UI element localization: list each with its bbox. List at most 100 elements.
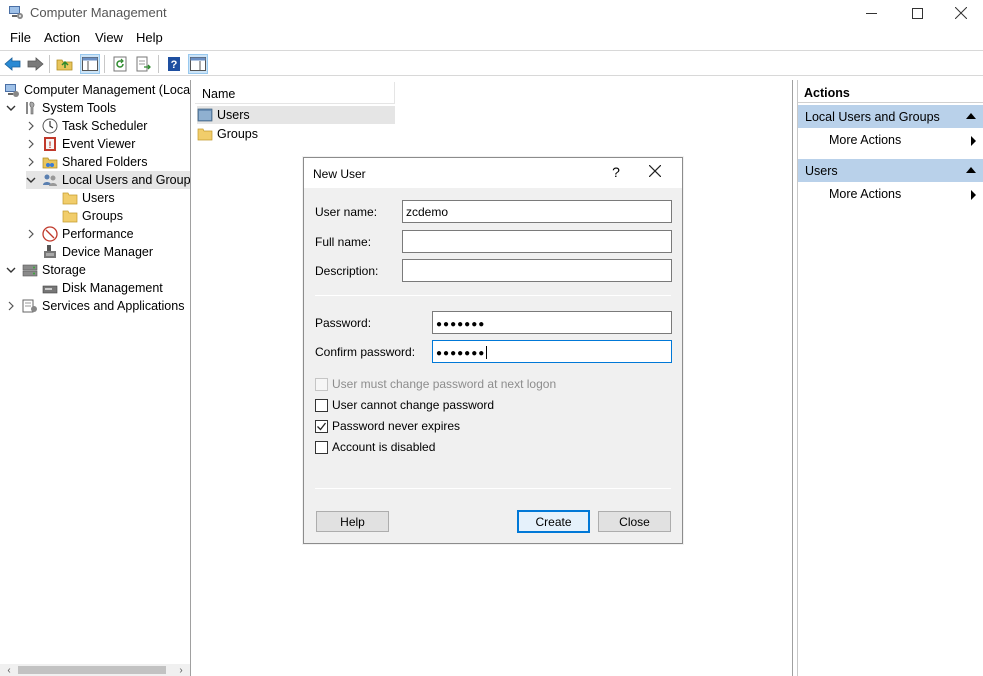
tree-item-system-tools[interactable]: System Tools: [6, 99, 116, 117]
system-tools-icon: [22, 100, 38, 116]
password-label: Password:: [315, 316, 372, 330]
title-bar: Computer Management: [0, 0, 983, 26]
minimize-button[interactable]: [848, 0, 894, 26]
refresh-icon[interactable]: [110, 54, 130, 74]
tree-item-performance[interactable]: Performance: [26, 225, 134, 243]
scrollbar-thumb[interactable]: [18, 666, 166, 674]
list-item-label: Users: [217, 108, 250, 122]
checkbox-password-never-expires[interactable]: Password never expires: [315, 418, 460, 434]
maximize-button[interactable]: [894, 0, 940, 26]
tree-label: Device Manager: [62, 245, 154, 259]
action-more-actions-1[interactable]: More Actions: [798, 130, 983, 150]
show-hide-action-pane-icon[interactable]: [188, 54, 208, 74]
scroll-left-icon[interactable]: ‹: [2, 664, 16, 676]
tree-label: Groups: [82, 209, 123, 223]
new-user-dialog: New User ? User name: zcdemo Full name: …: [303, 157, 683, 544]
tree-item-device-manager[interactable]: Device Manager: [42, 243, 153, 261]
tree-item-shared-folders[interactable]: Shared Folders: [26, 153, 147, 171]
menu-action[interactable]: Action: [44, 30, 80, 45]
tree-item-local-users-groups[interactable]: Local Users and Groups: [26, 171, 191, 189]
checkbox-cannot-change-password[interactable]: User cannot change password: [315, 397, 494, 413]
show-hide-console-tree-icon[interactable]: [80, 54, 100, 74]
menu-file[interactable]: File: [10, 30, 31, 45]
tree-item-services-applications[interactable]: Services and Applications: [6, 297, 184, 315]
password-field[interactable]: ●●●●●●●: [432, 311, 672, 334]
tree-item-disk-management[interactable]: Disk Management: [42, 279, 163, 297]
event-viewer-icon: !: [42, 136, 58, 152]
tree-item-groups[interactable]: Groups: [62, 207, 123, 225]
horizontal-scrollbar[interactable]: ‹ ›: [0, 664, 190, 676]
close-button[interactable]: Close: [598, 511, 671, 532]
action-more-actions-2[interactable]: More Actions: [798, 184, 983, 204]
tree-item-users[interactable]: Users: [62, 189, 115, 207]
checkbox-account-disabled[interactable]: Account is disabled: [315, 439, 435, 455]
tree-label: Event Viewer: [62, 137, 136, 151]
action-label: More Actions: [829, 133, 902, 147]
checkbox-box[interactable]: [315, 398, 328, 412]
help-icon[interactable]: ?: [164, 54, 184, 74]
checkbox-box[interactable]: [315, 377, 328, 391]
username-field[interactable]: zcdemo: [402, 200, 672, 223]
chevron-right-icon[interactable]: [26, 121, 36, 131]
chevron-right-icon[interactable]: [6, 301, 16, 311]
console-tree: Computer Management (Local System Tools …: [0, 80, 191, 676]
chevron-right-icon[interactable]: [26, 157, 36, 167]
text-caret: [486, 346, 488, 360]
actions-section-local-users-groups[interactable]: Local Users and Groups: [798, 104, 983, 128]
shared-folder-icon: [42, 154, 58, 170]
scroll-right-icon[interactable]: ›: [174, 664, 188, 676]
list-item-users[interactable]: Users: [197, 106, 395, 124]
clock-icon: [42, 118, 58, 134]
export-list-icon[interactable]: [133, 54, 153, 74]
svg-text:?: ?: [171, 59, 178, 71]
tree-item-task-scheduler[interactable]: Task Scheduler: [26, 117, 147, 135]
list-item-groups[interactable]: Groups: [197, 125, 395, 143]
close-window-button[interactable]: [938, 0, 983, 26]
chevron-down-icon[interactable]: [26, 175, 36, 185]
services-icon: [22, 298, 38, 314]
tree-label: Services and Applications: [42, 299, 185, 313]
dialog-help-button[interactable]: ?: [608, 164, 624, 180]
column-header-name[interactable]: Name: [195, 82, 395, 104]
dialog-close-icon[interactable]: [648, 164, 663, 179]
tree-item-root[interactable]: Computer Management (Local: [4, 81, 190, 99]
tree-label: Local Users and Groups: [62, 173, 191, 187]
confirm-password-field[interactable]: ●●●●●●●: [432, 340, 672, 363]
submenu-arrow-icon: [971, 136, 976, 146]
back-arrow-icon[interactable]: [3, 54, 23, 74]
computer-management-icon: [8, 4, 24, 20]
chevron-down-icon[interactable]: [6, 103, 16, 113]
checkbox-must-change-password[interactable]: User must change password at next logon: [315, 376, 556, 392]
confirm-password-label: Confirm password:: [315, 345, 416, 359]
up-folder-icon[interactable]: [55, 54, 75, 74]
users-group-icon: [42, 172, 58, 188]
actions-section-users[interactable]: Users: [798, 158, 983, 182]
description-field[interactable]: [402, 259, 672, 282]
create-button[interactable]: Create: [517, 510, 590, 533]
tree-label: Disk Management: [62, 281, 163, 295]
collapse-up-icon[interactable]: [966, 113, 976, 119]
checkbox-label: User cannot change password: [332, 398, 495, 412]
checkbox-box-checked[interactable]: [315, 419, 328, 433]
forward-arrow-icon[interactable]: [25, 54, 45, 74]
description-label: Description:: [315, 264, 379, 278]
fullname-field[interactable]: [402, 230, 672, 253]
menu-help[interactable]: Help: [136, 30, 163, 45]
divider: [315, 295, 671, 296]
chevron-down-icon[interactable]: [6, 265, 16, 275]
dialog-title: New User: [313, 167, 366, 181]
list-item-label: Groups: [217, 127, 258, 141]
chevron-right-icon[interactable]: [26, 229, 36, 239]
checkbox-box[interactable]: [315, 440, 328, 454]
chevron-right-icon[interactable]: [26, 139, 36, 149]
username-label: User name:: [315, 205, 378, 219]
menu-view[interactable]: View: [95, 30, 123, 45]
disk-icon: [42, 280, 58, 296]
folder-icon: [197, 126, 213, 142]
tree-item-event-viewer[interactable]: ! Event Viewer: [26, 135, 135, 153]
collapse-up-icon[interactable]: [966, 167, 976, 173]
action-label: More Actions: [829, 187, 902, 201]
tree-item-storage[interactable]: Storage: [6, 261, 86, 279]
help-button[interactable]: Help: [316, 511, 389, 532]
fullname-label: Full name:: [315, 235, 372, 249]
